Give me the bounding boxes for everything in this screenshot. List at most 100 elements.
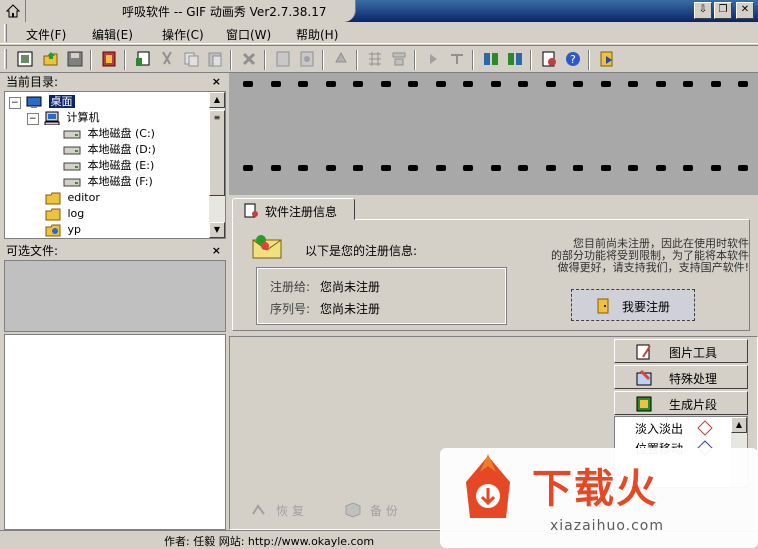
copy-page-icon[interactable]	[134, 50, 152, 68]
film-sprocket-hole	[380, 81, 391, 87]
scroll-up-button[interactable]: ▲	[731, 417, 747, 433]
dir-panel-close-button[interactable]: ×	[212, 74, 221, 90]
filmstrip[interactable]	[229, 73, 758, 195]
serial-value: 您尚未注册	[320, 302, 381, 316]
film-sprocket-hole	[683, 165, 693, 171]
film-sprocket-hole	[270, 81, 281, 87]
film-sprocket-hole	[738, 81, 748, 87]
collapse-icon[interactable]: −	[9, 97, 21, 109]
tree-item-drive-c[interactable]: 本地磁盘 (C:)	[63, 126, 155, 142]
menu-file[interactable]: 文件(F)	[26, 26, 66, 43]
side-button-label: 生成片段	[669, 398, 718, 412]
save-icon[interactable]	[66, 50, 84, 68]
disk-icon	[63, 146, 81, 155]
tree-label: 本地磁盘 (E:)	[87, 159, 155, 172]
tree-item-yp[interactable]: yp	[45, 222, 81, 238]
menu-operate[interactable]: 操作(C)	[162, 26, 204, 43]
export-a-icon[interactable]	[482, 50, 500, 68]
tree-item-drive-d[interactable]: 本地磁盘 (D:)	[63, 142, 156, 158]
new-icon[interactable]	[16, 50, 34, 68]
generate-clip-button[interactable]: 生成片段	[614, 391, 748, 415]
computer-icon	[44, 111, 60, 125]
title-bar: 呼吸软件 -- GIF 动画秀 Ver2.7.38.17 ⇩ ❐ ✕	[0, 0, 758, 22]
scroll-down-button[interactable]: ▼	[209, 222, 225, 238]
scroll-thumb[interactable]: ≡	[209, 110, 225, 196]
paste-icon[interactable]	[206, 50, 224, 68]
settings-icon[interactable]	[540, 50, 558, 68]
register-button[interactable]: 我要注册	[571, 289, 695, 321]
stack-icon[interactable]	[390, 50, 408, 68]
grid-icon[interactable]	[366, 50, 384, 68]
copy-icon[interactable]	[182, 50, 200, 68]
generate-clip-icon	[636, 396, 652, 412]
film-icon[interactable]	[100, 50, 118, 68]
film-sprocket-hole	[573, 165, 583, 171]
film-sprocket-hole	[545, 165, 556, 171]
close-button[interactable]: ✕	[736, 2, 754, 19]
menu-window[interactable]: 窗口(W)	[226, 26, 271, 43]
tree-item-drive-f[interactable]: 本地磁盘 (F:)	[63, 174, 153, 190]
tree-label: 本地磁盘 (D:)	[87, 143, 156, 156]
film-sprocket-hole	[435, 81, 446, 87]
film-sprocket-hole	[298, 165, 308, 171]
delete-icon[interactable]	[240, 50, 258, 68]
film-sprocket-hole	[655, 81, 666, 87]
directory-tree[interactable]: − 桌面 − 计算机 本地磁盘 (C:) 本地磁盘 (D:) 本地磁盘 (E:)…	[4, 91, 226, 239]
frame-a-icon[interactable]	[274, 50, 292, 68]
rotate-icon[interactable]	[332, 50, 350, 68]
restore-icon	[252, 504, 265, 515]
tree-item-log[interactable]: log	[45, 206, 84, 222]
play-icon[interactable]	[424, 50, 442, 68]
stop-icon[interactable]	[448, 50, 466, 68]
tree-label: 桌面	[48, 95, 75, 108]
special-process-button[interactable]: 特殊处理	[614, 365, 748, 389]
file-list[interactable]	[4, 334, 226, 530]
export-b-icon[interactable]	[506, 50, 524, 68]
toolbar-grip	[4, 49, 7, 69]
effect-fade[interactable]: 淡入淡出	[635, 420, 683, 437]
side-button-label: 图片工具	[669, 346, 718, 360]
picture-tools-icon	[636, 344, 651, 360]
help-icon[interactable]: ?	[564, 50, 582, 68]
tree-item-editor[interactable]: editor	[45, 190, 100, 206]
backup-button[interactable]: 备 份	[370, 502, 398, 519]
toolbar-separator	[90, 50, 92, 70]
tree-scrollbar[interactable]: ▲ ≡ ▼	[209, 92, 225, 238]
title-tab: 呼吸软件 -- GIF 动画秀 Ver2.7.38.17	[26, 0, 356, 22]
app-menu-button[interactable]	[0, 0, 26, 22]
tree-item-desktop[interactable]: − 桌面	[9, 94, 75, 110]
film-sprocket-hole	[298, 81, 308, 87]
minimize-button[interactable]: ⇩	[694, 2, 712, 19]
film-sprocket-hole	[518, 165, 528, 171]
frame-b-icon[interactable]	[298, 50, 316, 68]
disk-icon	[63, 130, 81, 139]
film-sprocket-hole	[325, 81, 336, 87]
file-panel-title: 可选文件:	[6, 244, 59, 258]
film-sprocket-hole	[463, 81, 473, 87]
dir-panel-header: 当前目录: ×	[2, 74, 226, 90]
tree-item-drive-e[interactable]: 本地磁盘 (E:)	[63, 158, 154, 174]
film-sprocket-hole	[353, 81, 363, 87]
film-sprocket-hole	[380, 165, 391, 171]
film-sprocket-hole	[518, 81, 528, 87]
menu-edit[interactable]: 编辑(E)	[92, 26, 133, 43]
register-button-label: 我要注册	[622, 300, 671, 314]
restore-button[interactable]: 恢 复	[276, 502, 304, 519]
register-icon[interactable]	[598, 50, 616, 68]
window-title: 呼吸软件 -- GIF 动画秀 Ver2.7.38.17	[122, 5, 327, 19]
menu-help[interactable]: 帮助(H)	[296, 26, 338, 43]
scroll-up-button[interactable]: ▲	[209, 92, 225, 108]
file-panel-close-button[interactable]: ×	[212, 243, 221, 259]
tab-registration[interactable]: 软件注册信息	[232, 198, 355, 220]
cut-icon[interactable]	[158, 50, 176, 68]
collapse-icon[interactable]: −	[27, 113, 39, 125]
tree-item-computer[interactable]: − 计算机	[27, 110, 100, 126]
restore-button[interactable]: ❐	[714, 2, 732, 19]
watermark-sub-text: xiazaihuo.com	[550, 518, 664, 534]
picture-tools-button[interactable]: 图片工具	[614, 339, 748, 363]
open-icon[interactable]	[42, 50, 60, 68]
film-sprocket-hole	[490, 165, 501, 171]
film-sprocket-hole	[435, 165, 446, 171]
toolbar: ?	[0, 45, 758, 73]
toolbar-separator	[230, 50, 232, 70]
